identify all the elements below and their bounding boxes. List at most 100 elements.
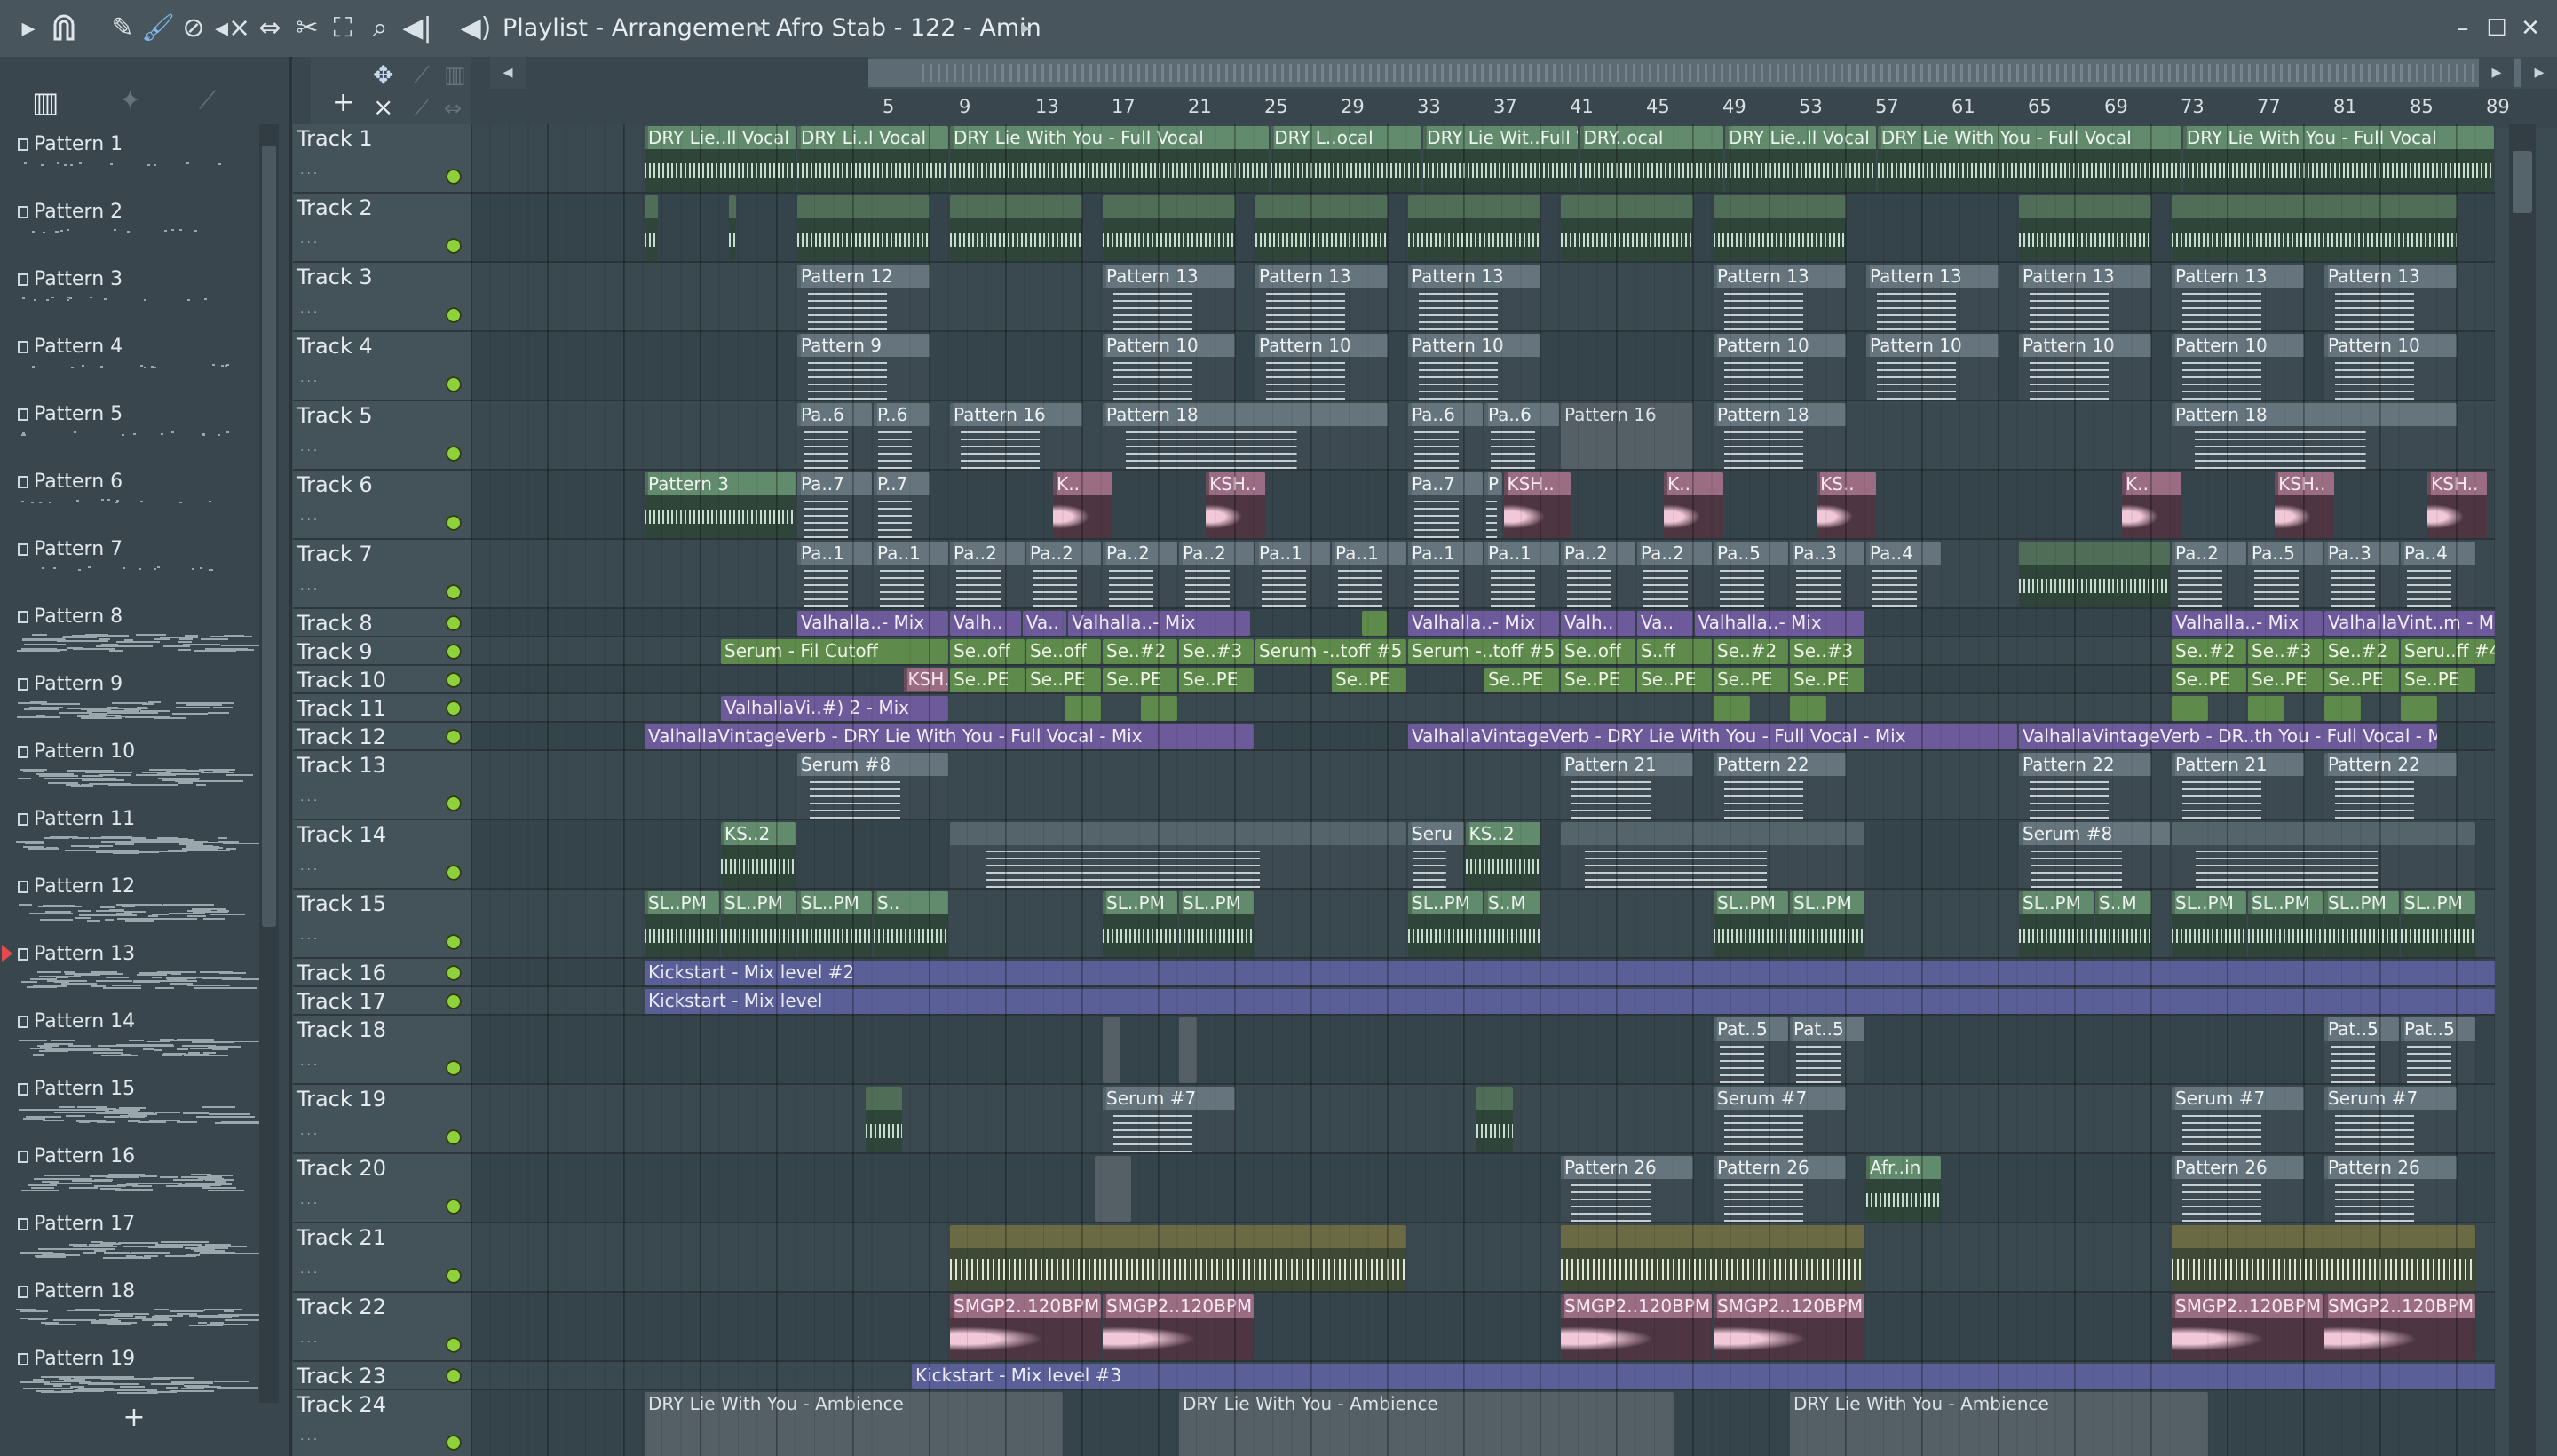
track-header[interactable]: Track 13 ··· xyxy=(293,751,471,820)
playlist-clip[interactable]: Pa..6 xyxy=(1408,403,1483,469)
track-lane[interactable]: Pattern 12 Pattern 13 Pattern 13 Pattern 13… xyxy=(471,263,2495,332)
playlist-clip[interactable]: Se..off xyxy=(1561,639,1635,664)
pattern-list-item[interactable]: Pattern 19 xyxy=(12,1339,258,1401)
playlist-clip[interactable]: Se..PE xyxy=(1103,668,1177,692)
playlist-clip[interactable]: Se..PE xyxy=(1790,668,1864,692)
pen-tool-icon[interactable]: ⟋ xyxy=(414,96,429,121)
ruler-bar-number[interactable]: 29 xyxy=(1341,96,1365,117)
playlist-clip[interactable]: DRY..ocal xyxy=(1579,126,1723,192)
pattern-list-item[interactable]: Pattern 16 xyxy=(12,1136,252,1199)
playlist-clip[interactable]: Se..PE xyxy=(1714,668,1788,692)
playlist-clip[interactable] xyxy=(1103,195,1235,261)
playlist-clip[interactable]: Serum -..toff #5 xyxy=(1255,639,1406,664)
playlist-clip[interactable]: Se..PE xyxy=(2401,668,2475,692)
playlist-clip[interactable]: SL..PM xyxy=(645,891,719,957)
scroll-left-icon[interactable]: ◂ xyxy=(490,57,526,89)
track-resize-grip-icon[interactable]: ··· xyxy=(300,582,467,597)
track-header[interactable]: Track 18 ··· xyxy=(293,1016,471,1085)
playlist-clip[interactable]: Pa..5 xyxy=(1714,542,1788,607)
playlist-clip[interactable]: SL..PM xyxy=(2324,891,2399,957)
track-resize-grip-icon[interactable]: ··· xyxy=(300,1128,467,1142)
playlist-clip[interactable] xyxy=(2401,696,2437,721)
ruler-bar-number[interactable]: 17 xyxy=(1112,96,1136,117)
playlist-clip[interactable]: Pattern 13 xyxy=(2019,265,2151,330)
playlist-clip[interactable]: Se..#2 xyxy=(1103,639,1177,664)
playlist-clip[interactable]: DRY Lie Wit..Full Vocal xyxy=(1423,126,1579,192)
playlist-clip[interactable]: Pa..2 xyxy=(950,542,1025,607)
playlist-clip[interactable]: ValhallaVi..#) 2 - Mix xyxy=(721,696,948,721)
playlist-clip[interactable]: Serum #7 xyxy=(1103,1087,1235,1152)
playlist-clip[interactable]: Pattern 16 xyxy=(950,403,1082,469)
track-header[interactable]: Track 12 xyxy=(293,723,471,751)
playlist-clip[interactable]: SL..PM xyxy=(1179,891,1254,957)
playlist-clip[interactable]: SL..PM xyxy=(721,891,796,957)
playlist-clip[interactable]: Pattern 26 xyxy=(1714,1156,1846,1222)
playlist-clip[interactable]: Serum #7 xyxy=(1714,1087,1846,1152)
playlist-clip[interactable]: Pattern 22 xyxy=(1714,753,1846,819)
playlist-clip[interactable]: Pat..5 xyxy=(2401,1017,2475,1083)
playlist-clip[interactable] xyxy=(950,195,1082,261)
playlist-clip[interactable]: Pattern 22 xyxy=(2019,753,2151,819)
playlist-clip[interactable]: Se..PE xyxy=(1637,668,1712,692)
add-track-button[interactable]: + xyxy=(332,87,354,118)
playlist-clip[interactable]: SMGP2..120BPM xyxy=(2324,1294,2475,1360)
ruler-bar-number[interactable]: 49 xyxy=(1722,96,1746,117)
pattern-list-item[interactable]: Pattern 4 xyxy=(12,327,252,389)
track-lane[interactable]: Pattern 26 Pattern 26 Afr..in Pattern 26 Pat… xyxy=(471,1154,2495,1223)
playlist-clip[interactable]: Valhalla..- Mix xyxy=(797,611,948,636)
playlist-clip[interactable]: Se..off xyxy=(950,639,1025,664)
playlist-clip[interactable]: Pattern 13 xyxy=(2324,265,2457,330)
ruler-bar-number[interactable]: 41 xyxy=(1570,96,1594,117)
pattern-list-item[interactable]: Pattern 6 xyxy=(12,462,252,524)
track-mute-led-icon[interactable] xyxy=(446,615,462,631)
playlist-clip[interactable]: Pattern 26 xyxy=(2172,1156,2304,1222)
pattern-list-item[interactable]: Pattern 7 xyxy=(12,529,252,591)
pattern-list-item[interactable]: Pattern 12 xyxy=(12,866,252,929)
playlist-clip[interactable]: Pa..5 xyxy=(2248,542,2323,607)
close-icon[interactable]: ✕ xyxy=(2514,11,2546,46)
track-lane[interactable]: Pat..5 Pat..5 Pat..5 Pat..5 xyxy=(471,1016,2495,1085)
playlist-clip[interactable]: Pattern 10 xyxy=(2019,334,2151,400)
playlist-clip[interactable]: Se..PE xyxy=(2324,668,2399,692)
playlist-clip[interactable]: Pattern 13 xyxy=(1408,265,1540,330)
playlist-clip[interactable]: P..6 xyxy=(874,403,930,469)
breadcrumb-chevron-icon[interactable]: ▸ xyxy=(1021,11,1031,46)
playlist-clip[interactable]: DRY L..ocal xyxy=(1271,126,1422,192)
playlist-clip[interactable]: SL..PM xyxy=(2401,891,2475,957)
playlist-clip[interactable]: Pa..1 xyxy=(1332,542,1406,607)
playlist-clip[interactable]: S..ff xyxy=(1637,639,1712,664)
playlist-clip[interactable] xyxy=(1095,1156,1132,1222)
playlist-clip[interactable]: Valhalla..- Mix xyxy=(1694,611,1864,636)
playlist-clip[interactable]: Seru xyxy=(1408,822,1464,888)
ruler-bar-number[interactable]: 53 xyxy=(1799,96,1823,117)
track-lane[interactable]: Kickstart - Mix level xyxy=(471,987,2495,1016)
playlist-clip[interactable]: ValhallaVint..m - Mix #2 xyxy=(2324,611,2495,636)
ruler-bar-number[interactable]: 89 xyxy=(2486,96,2510,117)
playlist-clip[interactable]: DRY Lie..ll Vocal xyxy=(1724,126,1876,192)
playlist-clip[interactable]: ValhallaVintageVerb - DRY Lie With You -… xyxy=(1408,724,2017,749)
playlist-clip[interactable]: Se..off xyxy=(1026,639,1101,664)
track-lane[interactable]: SL..PM SL..PM SL..PM S.. SL..PM SL..PM SL..PM S… xyxy=(471,890,2495,959)
playlist-clip[interactable]: Pattern 10 xyxy=(1103,334,1235,400)
playlist-clip[interactable]: SMGP2..120BPM xyxy=(950,1294,1101,1360)
playlist-clip[interactable]: ValhallaVintageVerb - DR..th You - Full … xyxy=(2019,724,2437,749)
playlist-clip[interactable] xyxy=(1065,696,1101,721)
track-mute-led-icon[interactable] xyxy=(446,644,462,660)
playlist-clip[interactable]: Pattern 10 xyxy=(2172,334,2304,400)
playlist-clip[interactable]: Pat..5 xyxy=(2324,1017,2399,1083)
pattern-list-item[interactable]: Pattern 9 xyxy=(12,664,252,726)
browser-scroll-thumb[interactable] xyxy=(262,146,276,927)
pattern-list-item[interactable]: Pattern 1 xyxy=(12,124,252,186)
playlist-clip[interactable]: Pattern 10 xyxy=(1866,334,1999,400)
ruler-bar-number[interactable]: 61 xyxy=(1951,96,1975,117)
track-resize-grip-icon[interactable]: ··· xyxy=(300,167,467,181)
browser-scrollbar[interactable] xyxy=(259,124,279,1403)
ruler-bar-number[interactable]: 33 xyxy=(1417,96,1441,117)
playlist-clip[interactable]: SL..PM xyxy=(1714,891,1788,957)
playlist-clip[interactable]: Pa..4 xyxy=(2401,542,2475,607)
playlist-clip[interactable]: Se..PE xyxy=(1026,668,1101,692)
playlist-clip[interactable]: Serum - Fil Cutoff xyxy=(721,639,948,664)
magnet-icon[interactable] xyxy=(46,9,82,48)
ruler-bar-number[interactable]: 5 xyxy=(883,96,894,117)
playlist-clip[interactable]: Se..#2 xyxy=(2324,639,2399,664)
